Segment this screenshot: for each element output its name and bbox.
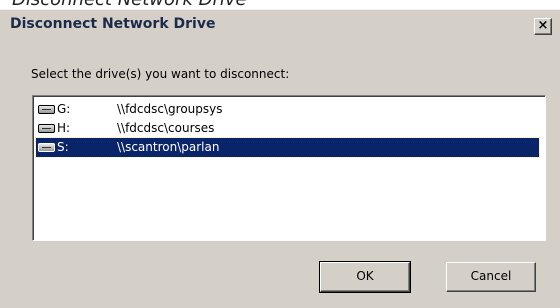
drive-path: \\fdcdsc\groupsys <box>117 102 223 116</box>
drive-list-item-selected[interactable]: S: \\scantron\parlan <box>35 137 540 158</box>
drive-list-item[interactable]: H: \\fdcdsc\courses <box>36 119 539 138</box>
title-bar: Disconnect Network Drive × <box>0 10 560 40</box>
drive-letter: S: <box>57 140 69 154</box>
drive-listbox[interactable]: G: \\fdcdsc\groupsys H: \\fdcdsc\courses… <box>32 95 546 241</box>
cancel-button[interactable]: Cancel <box>446 262 536 292</box>
close-button[interactable]: × <box>534 18 552 35</box>
drive-letter: H: <box>57 121 71 135</box>
drive-path: \\scantron\parlan <box>117 140 220 154</box>
close-icon: × <box>537 18 549 33</box>
page-caption: Disconnect Network Drive <box>12 0 247 9</box>
network-drive-icon <box>38 105 55 114</box>
window-title: Disconnect Network Drive <box>10 16 216 32</box>
ok-button[interactable]: OK <box>319 261 411 293</box>
drive-path: \\fdcdsc\courses <box>117 121 215 135</box>
disconnect-network-drive-dialog: Disconnect Network Drive × Select the dr… <box>0 9 560 308</box>
instruction-label: Select the drive(s) you want to disconne… <box>31 67 290 81</box>
drive-letter: G: <box>57 102 71 116</box>
drive-list-item[interactable]: G: \\fdcdsc\groupsys <box>36 100 539 119</box>
network-drive-icon <box>38 124 55 133</box>
network-drive-icon <box>38 143 55 152</box>
